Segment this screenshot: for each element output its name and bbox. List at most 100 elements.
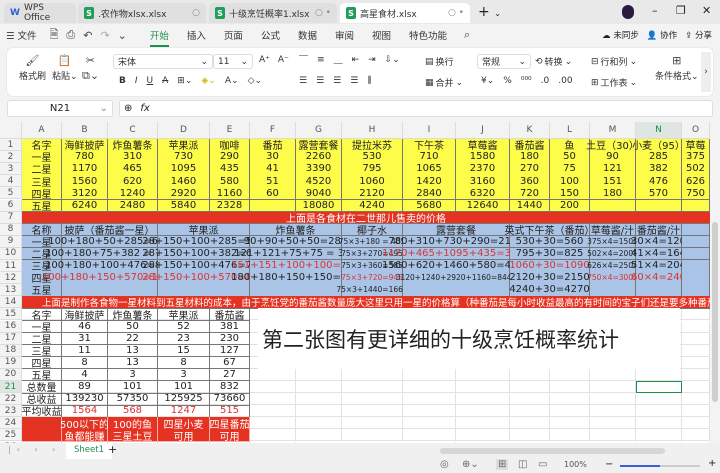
indent-decrease-icon[interactable]: ⇤ — [352, 55, 360, 65]
row-header[interactable]: 21 — [0, 381, 22, 394]
number-format-select[interactable]: 常规 ⌄ — [477, 54, 531, 69]
restore-button[interactable]: ❐ — [676, 4, 686, 17]
grid-cell[interactable] — [682, 429, 710, 442]
table-cell[interactable]: 121+121+75+75 = 392 — [234, 247, 357, 261]
border-icon[interactable]: ⊞⌄ — [177, 76, 192, 86]
table-cell[interactable]: 465 — [108, 163, 158, 176]
vertical-scrollbar[interactable] — [710, 122, 720, 443]
grid-cell[interactable] — [510, 393, 550, 406]
row-header[interactable]: 2 — [0, 151, 22, 164]
menu-tab-3[interactable]: 公式 — [252, 28, 289, 42]
table-cell[interactable] — [250, 284, 342, 297]
grid-cell[interactable] — [682, 320, 710, 333]
grid-cell[interactable] — [590, 417, 636, 430]
table-cell[interactable]: 151 — [590, 175, 636, 188]
grid-cell[interactable] — [510, 429, 550, 442]
row-header[interactable]: 9 — [0, 235, 22, 248]
table-cell[interactable]: 626 — [682, 175, 710, 188]
justify-icon[interactable]: ☰ — [350, 76, 358, 86]
menu-tab-5[interactable]: 审阅 — [326, 28, 363, 42]
table-cell[interactable]: 121 — [590, 163, 636, 176]
table-cell[interactable]: 五星 — [22, 199, 62, 213]
table-cell[interactable]: 1095 — [158, 163, 210, 176]
table-cell[interactable]: 750×4=3000 — [587, 272, 638, 285]
grid-cell[interactable] — [682, 405, 710, 418]
table-cell[interactable] — [682, 199, 710, 213]
grid-cell[interactable] — [296, 429, 342, 442]
grid-cell[interactable] — [636, 429, 682, 442]
table-cell[interactable]: 4240+30=4270 — [509, 284, 590, 297]
grid-cell[interactable] — [250, 393, 296, 406]
table-cell[interactable]: 41 — [250, 163, 296, 176]
grid-cell[interactable] — [403, 417, 456, 430]
row-header[interactable]: 12 — [0, 272, 22, 285]
tab-wps-office[interactable]: W WPS Office — [4, 3, 76, 23]
row-header[interactable]: 24 — [0, 417, 22, 430]
horizontal-scrollbar[interactable] — [440, 448, 665, 454]
menu-tab-6[interactable]: 视图 — [363, 28, 400, 42]
table-cell[interactable]: 502 — [682, 163, 710, 176]
table-cell[interactable]: 1460 — [158, 175, 210, 188]
grid-cell[interactable] — [342, 368, 403, 381]
table-cell[interactable]: 13 — [108, 356, 158, 370]
table-cell[interactable]: 2480 — [108, 199, 158, 213]
row-header[interactable]: 3 — [0, 163, 22, 176]
table-cell[interactable]: 180 — [510, 151, 550, 164]
table-cell[interactable]: 41×4=164 — [631, 247, 686, 261]
row-header[interactable]: 8 — [0, 223, 22, 236]
table-cell[interactable]: 鱼都能赚 — [62, 429, 108, 443]
grid-cell[interactable] — [456, 405, 510, 418]
align-bottom-icon[interactable]: ⎽ — [334, 55, 343, 65]
table-cell[interactable]: 75×3+1440=1665 — [336, 284, 408, 297]
undo-icon[interactable]: ↶ — [83, 29, 92, 42]
align-middle-icon[interactable]: ≡ — [317, 55, 325, 65]
table-cell[interactable]: 2260 — [296, 151, 342, 164]
row-header[interactable]: 1 — [0, 139, 22, 152]
grid-cell[interactable] — [456, 381, 510, 394]
table-cell[interactable]: 4 — [62, 368, 108, 382]
avatar[interactable] — [622, 5, 634, 19]
grid-cell[interactable] — [342, 393, 403, 406]
zoom-level[interactable]: 100% — [564, 460, 587, 469]
table-cell[interactable]: 150 — [550, 187, 590, 200]
table-cell[interactable]: 番茄酱 — [510, 139, 550, 152]
table-cell[interactable]: 230 — [210, 332, 250, 346]
grid-cell[interactable] — [456, 368, 510, 381]
zoom-in-button[interactable]: + — [708, 458, 716, 469]
add-sheet-button[interactable]: + — [108, 443, 117, 456]
table-cell[interactable]: 570 — [636, 187, 682, 200]
page-break-view-icon[interactable]: ◫ — [518, 459, 527, 470]
grid-cell[interactable] — [250, 368, 296, 381]
table-cell[interactable]: 50 — [108, 320, 158, 334]
grid-cell[interactable] — [636, 393, 682, 406]
table-cell[interactable]: 626×4=2504 — [587, 260, 638, 273]
table-cell[interactable]: 6320 — [456, 187, 510, 200]
table-cell[interactable]: 100 — [550, 175, 590, 188]
table-cell[interactable]: 51×4=204 — [631, 260, 686, 273]
menu-tab-4[interactable]: 数据 — [289, 28, 326, 42]
table-cell[interactable] — [403, 284, 510, 297]
grid-cell[interactable] — [550, 393, 590, 406]
table-cell[interactable]: 502×4=2008 — [587, 247, 638, 261]
table-cell[interactable]: 13 — [108, 344, 158, 358]
table-cell[interactable]: 1160 — [210, 187, 250, 200]
wrap-button[interactable]: ▤ 换行 — [425, 55, 454, 69]
distribute-icon[interactable]: ⫼ — [367, 76, 371, 86]
table-cell[interactable]: 1440 — [510, 199, 550, 213]
row-header[interactable]: 19 — [0, 356, 22, 369]
grid-cell[interactable] — [636, 405, 682, 418]
row-header[interactable]: 4 — [0, 175, 22, 188]
table-cell[interactable]: 9040 — [296, 187, 342, 200]
row-header[interactable]: 16 — [0, 320, 22, 333]
grid-cell[interactable] — [403, 368, 456, 381]
table-cell[interactable]: 75 — [550, 163, 590, 176]
table-cell[interactable] — [590, 199, 636, 213]
grid-cell[interactable] — [403, 381, 456, 394]
increase-decimal-icon[interactable]: .0 — [541, 76, 550, 86]
table-cell[interactable]: 3 — [158, 368, 210, 382]
grid-cell[interactable] — [550, 381, 590, 394]
row-header[interactable]: 5 — [0, 187, 22, 200]
table-cell[interactable]: 180+180+150+150=660 — [231, 272, 360, 285]
table-cell[interactable]: 28+150+100+285=563 — [142, 235, 265, 249]
tab-file-2[interactable]: S 十级烹饪概率1.xlsx ○ • — [209, 3, 337, 23]
